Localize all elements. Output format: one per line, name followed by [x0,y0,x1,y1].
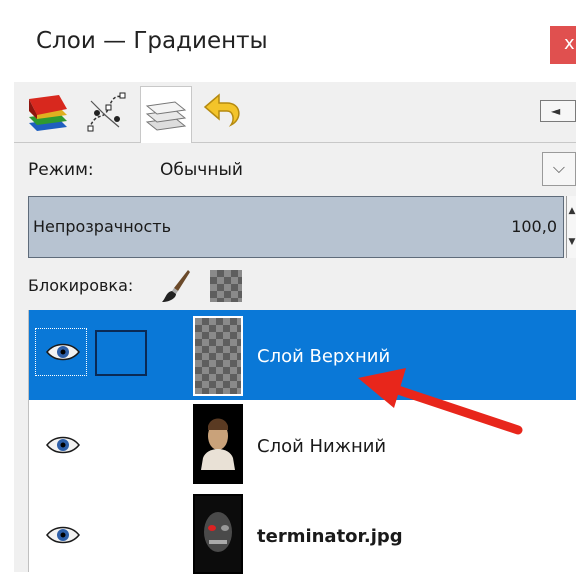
layers-list: Слой Верхний Слой Нижний terminator.jpg [28,310,576,574]
mode-row: Режим: Обычный ⌵ [14,148,576,190]
dock-tab-strip [14,82,576,143]
mode-select-value[interactable]: Обычный [160,160,243,180]
layer-thumbnail [193,316,243,396]
lock-label: Блокировка: [28,276,134,295]
layer-thumbnail [193,494,243,574]
lock-alpha-icon[interactable] [210,270,242,302]
layer-thumbnail [193,404,243,484]
layer-name: Слой Верхний [257,346,391,367]
color-layers-icon [29,95,67,131]
spin-down-button[interactable]: ▼ [567,227,576,258]
undo-icon [203,93,240,127]
tab-paths[interactable] [80,86,132,138]
eye-icon [46,343,80,361]
eye-icon[interactable] [45,433,81,457]
opacity-spin-buttons: ▲ ▼ [566,196,576,258]
layer-row[interactable]: Слой Нижний [29,400,576,490]
chain-toggle[interactable] [95,330,147,376]
layers-icon [145,101,187,131]
dock-menu-arrow-button[interactable]: ◄ [540,100,576,122]
layer-name: Слой Нижний [257,436,387,457]
tab-undo-history[interactable] [198,86,250,138]
mode-dropdown-button[interactable]: ⌵ [542,152,576,186]
portrait-thumbnail-icon [195,406,241,482]
layer-name: terminator.jpg [257,526,403,547]
terminator-thumbnail-icon [195,496,241,572]
paths-icon [87,92,126,132]
close-button[interactable]: x [550,26,576,64]
mode-label: Режим: [28,160,94,180]
opacity-label: Непрозрачность [33,217,171,236]
tab-layers[interactable] [140,86,192,143]
eye-icon[interactable] [45,523,81,547]
lock-row: Блокировка: [14,266,576,306]
layer-row[interactable]: terminator.jpg [29,490,576,580]
opacity-value[interactable]: 100,0 [511,217,557,236]
tab-color-layers[interactable] [22,86,74,138]
window-left-edge [0,0,14,572]
layer-row[interactable]: Слой Верхний [29,310,576,400]
window-title: Слои — Градиенты [36,28,268,54]
title-bar: Слои — Градиенты x [14,0,576,82]
opacity-slider[interactable]: Непрозрачность 100,0 [28,196,564,258]
layers-dialog: Слои — Градиенты x ◄ Режим: Обычный ⌵ Не… [0,0,576,574]
spin-up-button[interactable]: ▲ [567,196,576,227]
lock-pixels-brush-icon[interactable] [160,268,192,304]
